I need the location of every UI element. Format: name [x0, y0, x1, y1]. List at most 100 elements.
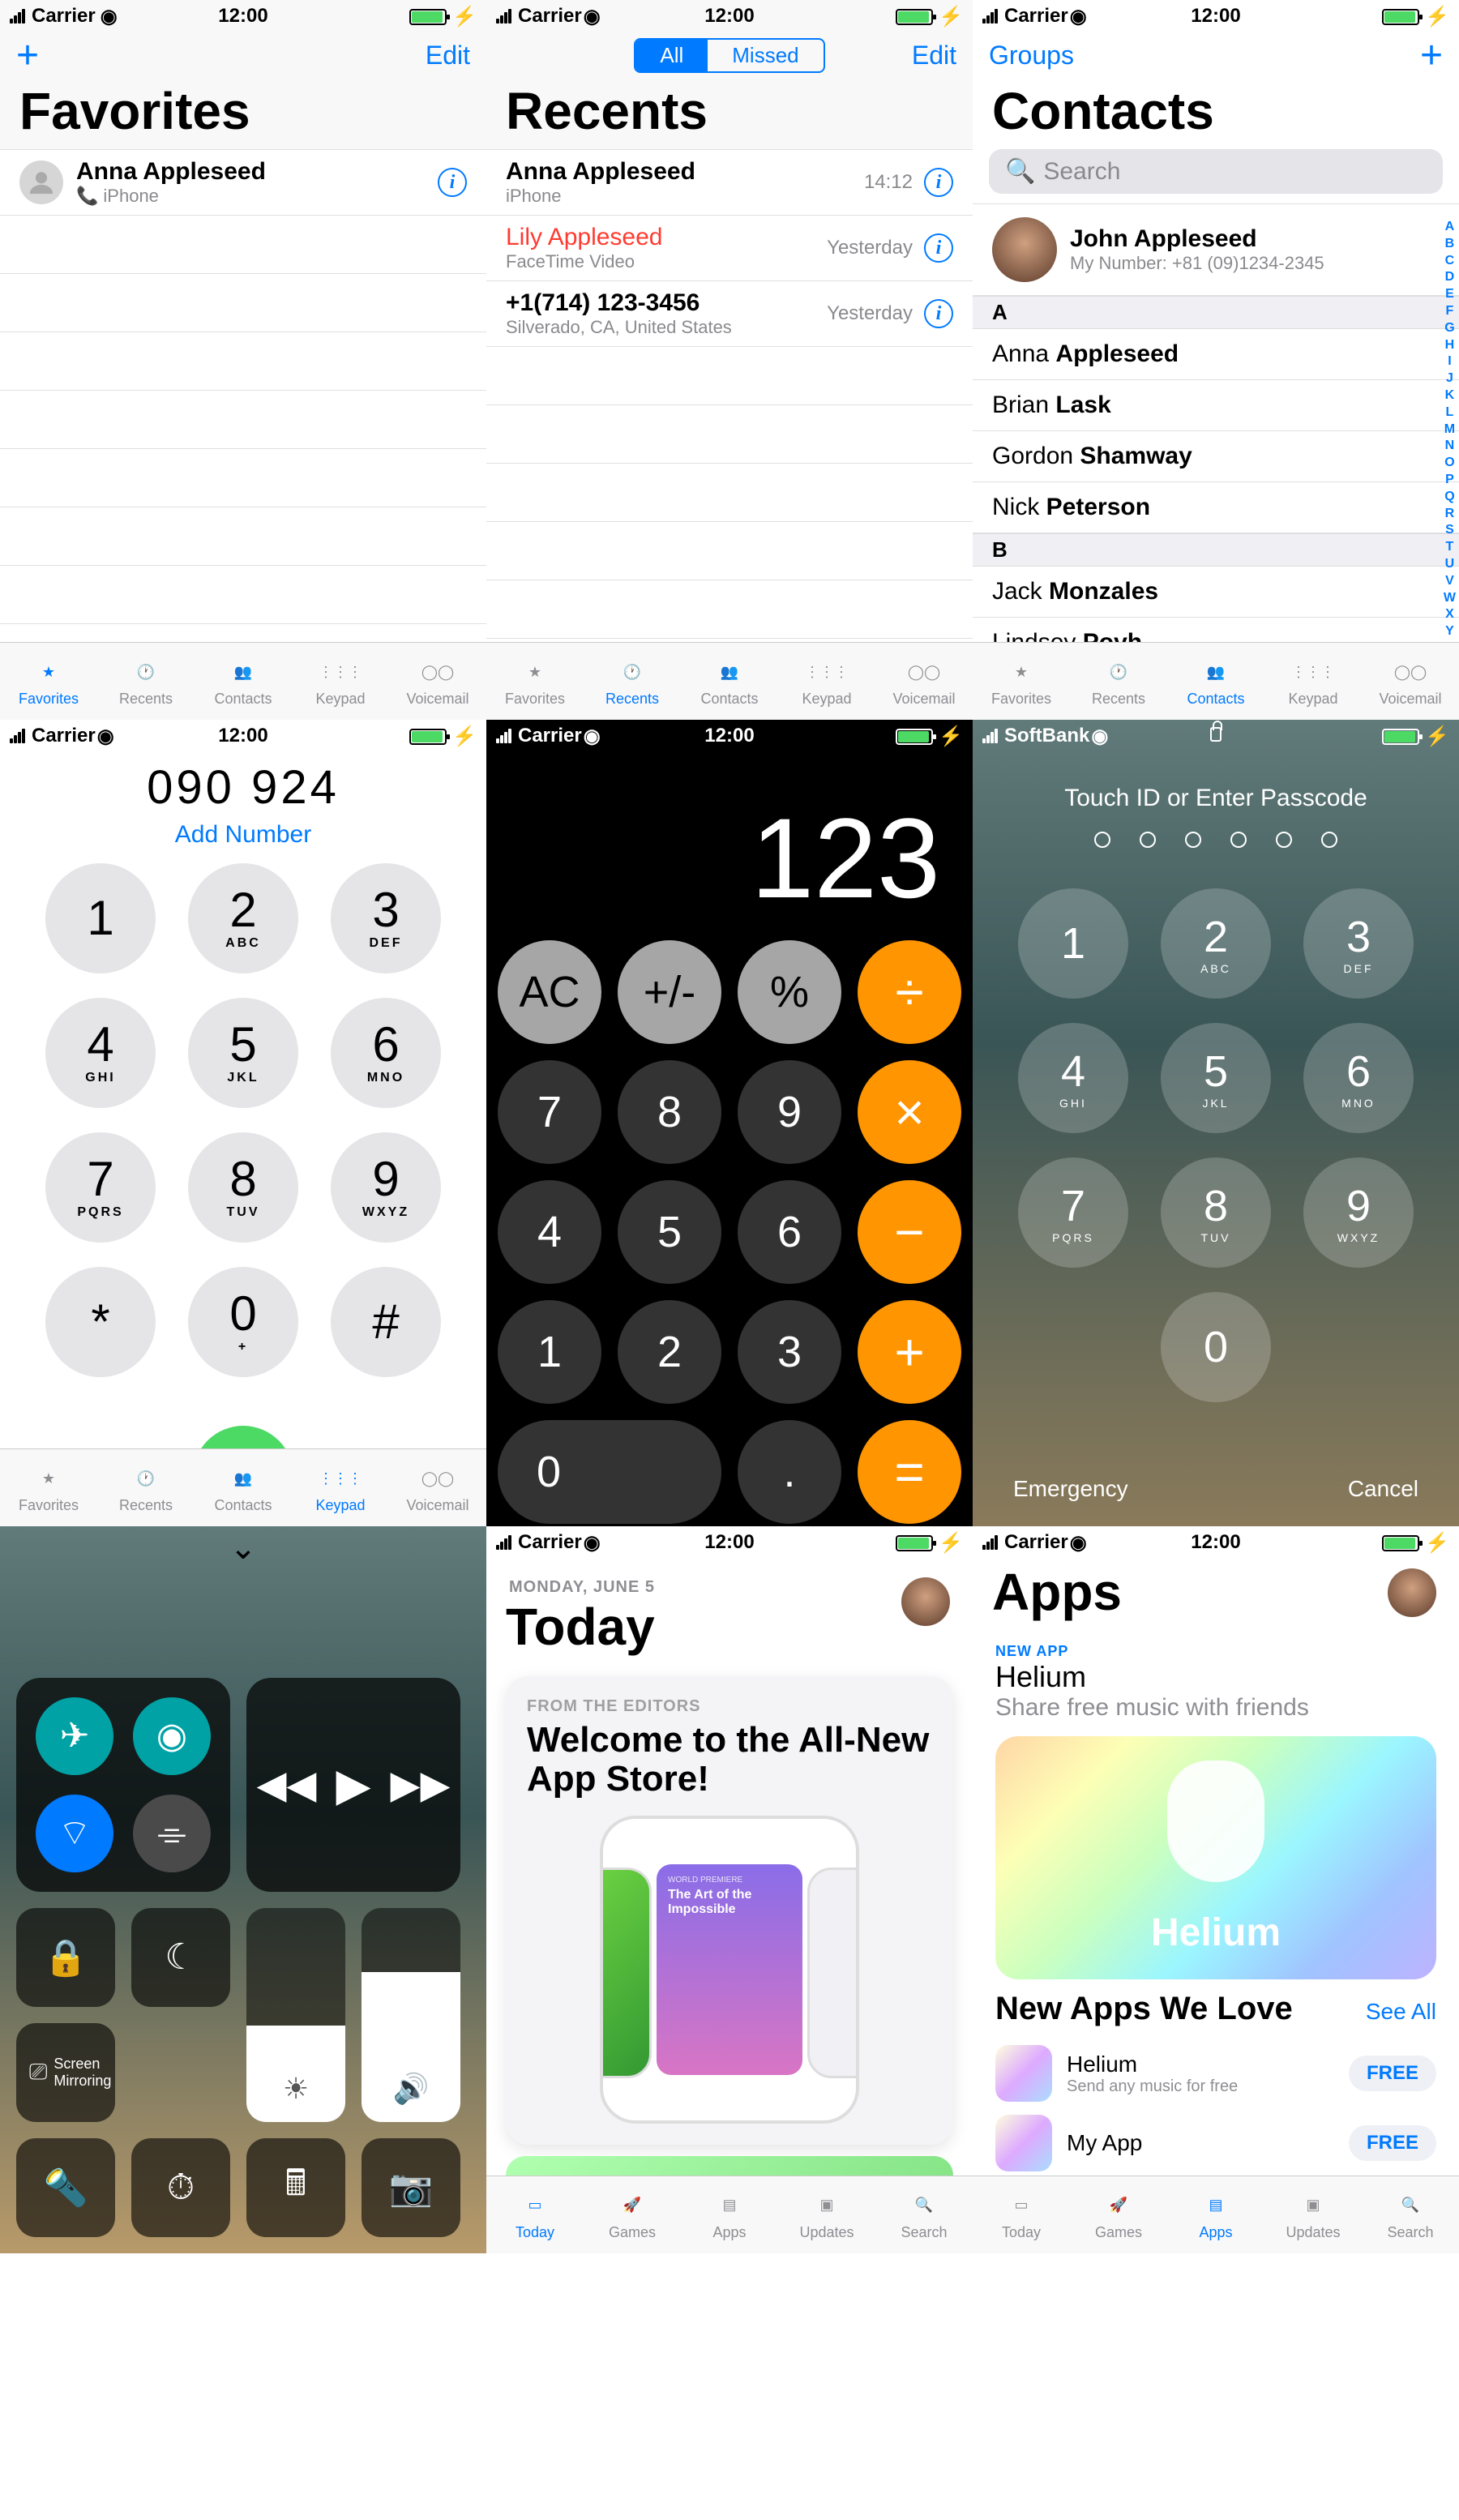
calc-key[interactable]: 3	[738, 1300, 841, 1404]
keypad-6[interactable]: 6MNO	[331, 998, 441, 1108]
see-all-button[interactable]: See All	[1366, 1999, 1436, 2025]
keypad-5[interactable]: 5JKL	[188, 998, 298, 1108]
hero-card[interactable]: Helium	[995, 1736, 1436, 1979]
keypad-7[interactable]: 7PQRS	[45, 1132, 156, 1243]
me-card[interactable]: John AppleseedMy Number: +81 (09)1234-23…	[973, 203, 1459, 296]
favorite-row[interactable]: Anna Appleseed 📞 iPhone i	[0, 149, 486, 216]
flashlight-button[interactable]: 🔦	[16, 2138, 115, 2237]
tab-keypad[interactable]: ⋮⋮⋮Keypad	[778, 643, 875, 720]
bluetooth-toggle[interactable]: ⌯	[133, 1795, 211, 1872]
play-icon[interactable]: ▶	[336, 1758, 370, 1812]
emergency-button[interactable]: Emergency	[1013, 1476, 1128, 1502]
recent-row[interactable]: Anna Appleseed iPhone 14:12i	[486, 149, 973, 216]
brightness-slider[interactable]: ☀	[246, 1908, 345, 2122]
keypad-1[interactable]: 1	[45, 863, 156, 973]
tab-games[interactable]: 🚀Games	[1070, 2176, 1167, 2253]
calc-key[interactable]: 6	[738, 1180, 841, 1284]
tab-today[interactable]: ▭Today	[973, 2176, 1070, 2253]
recent-row[interactable]: +1(714) 123-3456 Silverado, CA, United S…	[486, 281, 973, 347]
keypad-9[interactable]: 9WXYZ	[331, 1132, 441, 1243]
tab-keypad[interactable]: ⋮⋮⋮Keypad	[292, 1449, 389, 1526]
tab-keypad[interactable]: ⋮⋮⋮Keypad	[1264, 643, 1362, 720]
info-icon[interactable]: i	[924, 299, 953, 328]
tab-favorites[interactable]: ★Favorites	[486, 643, 584, 720]
contact-row[interactable]: Anna Appleseed	[973, 329, 1459, 380]
tab-voicemail[interactable]: ◯◯Voicemail	[875, 643, 973, 720]
tab-recents[interactable]: 🕐Recents	[1070, 643, 1167, 720]
dnd-button[interactable]: ☾	[131, 1908, 230, 2007]
add-button[interactable]: +	[16, 34, 39, 77]
passcode-3[interactable]: 3DEF	[1303, 888, 1414, 999]
tab-contacts[interactable]: 👥Contacts	[681, 643, 778, 720]
keypad-*[interactable]: *	[45, 1267, 156, 1377]
calc-key[interactable]: ×	[858, 1060, 961, 1164]
calculator-button[interactable]: 🖩	[246, 2138, 345, 2237]
tab-recents[interactable]: 🕐Recents	[97, 643, 195, 720]
passcode-0[interactable]: 0	[1161, 1292, 1271, 1402]
contact-row[interactable]: Gordon Shamway	[973, 431, 1459, 482]
get-button[interactable]: FREE	[1349, 2125, 1436, 2161]
chevron-down-icon[interactable]: ⌄	[0, 1526, 486, 1567]
media-card[interactable]: ◀◀ ▶ ▶▶	[246, 1678, 460, 1892]
keypad-#[interactable]: #	[331, 1267, 441, 1377]
tab-search[interactable]: 🔍Search	[1362, 2176, 1459, 2253]
info-icon[interactable]: i	[924, 233, 953, 263]
contact-row[interactable]: Brian Lask	[973, 380, 1459, 431]
tab-apps[interactable]: ▤Apps	[1167, 2176, 1264, 2253]
calc-key[interactable]: 9	[738, 1060, 841, 1164]
tab-games[interactable]: 🚀Games	[584, 2176, 681, 2253]
calc-key[interactable]: =	[858, 1420, 961, 1524]
keypad-8[interactable]: 8TUV	[188, 1132, 298, 1243]
passcode-7[interactable]: 7PQRS	[1018, 1157, 1128, 1268]
groups-button[interactable]: Groups	[989, 41, 1102, 71]
tab-apps[interactable]: ▤Apps	[681, 2176, 778, 2253]
calc-key[interactable]: 2	[618, 1300, 721, 1404]
wifi-toggle[interactable]: ⌔	[36, 1795, 113, 1872]
recent-row[interactable]: Lily Appleseed FaceTime Video Yesterdayi	[486, 216, 973, 281]
tab-contacts[interactable]: 👥Contacts	[195, 643, 292, 720]
calc-key[interactable]: +	[858, 1300, 961, 1404]
rotation-lock-button[interactable]: 🔒	[16, 1908, 115, 2007]
feature-card[interactable]: FROM THE EDITORS Welcome to the All-New …	[506, 1676, 953, 2145]
tab-voicemail[interactable]: ◯◯Voicemail	[1362, 643, 1459, 720]
cellular-toggle[interactable]: ◉	[133, 1697, 211, 1775]
tab-updates[interactable]: ▣Updates	[1264, 2176, 1362, 2253]
timer-button[interactable]: ⏱	[131, 2138, 230, 2237]
passcode-9[interactable]: 9WXYZ	[1303, 1157, 1414, 1268]
get-button[interactable]: FREE	[1349, 2056, 1436, 2091]
volume-slider[interactable]: 🔊	[362, 1908, 460, 2122]
search-input[interactable]: 🔍 Search	[989, 149, 1443, 194]
tab-favorites[interactable]: ★Favorites	[0, 643, 97, 720]
calc-key[interactable]: %	[738, 940, 841, 1044]
forward-icon[interactable]: ▶▶	[391, 1762, 451, 1808]
passcode-6[interactable]: 6MNO	[1303, 1023, 1414, 1133]
keypad-4[interactable]: 4GHI	[45, 998, 156, 1108]
passcode-2[interactable]: 2ABC	[1161, 888, 1271, 999]
tab-today[interactable]: ▭Today	[486, 2176, 584, 2253]
contact-row[interactable]: Nick Peterson	[973, 482, 1459, 533]
add-button[interactable]: +	[1420, 34, 1443, 77]
passcode-5[interactable]: 5JKL	[1161, 1023, 1271, 1133]
calc-key[interactable]: AC	[498, 940, 601, 1044]
index-bar[interactable]: ABCDEFGHIJKLMNOPQRSTUVWXYZ#	[1444, 219, 1456, 674]
tab-favorites[interactable]: ★Favorites	[0, 1449, 97, 1526]
tab-recents[interactable]: 🕐Recents	[584, 643, 681, 720]
keypad-0[interactable]: 0+	[188, 1267, 298, 1377]
contact-row[interactable]: Jack Monzales	[973, 567, 1459, 618]
segmented-control[interactable]: AllMissed	[634, 38, 824, 73]
info-icon[interactable]: i	[438, 168, 467, 197]
rewind-icon[interactable]: ◀◀	[257, 1762, 317, 1808]
camera-button[interactable]: 📷	[362, 2138, 460, 2237]
cancel-button[interactable]: Cancel	[1348, 1476, 1418, 1502]
app-row[interactable]: HeliumSend any music for free FREE	[973, 2039, 1459, 2108]
info-icon[interactable]: i	[924, 168, 953, 197]
edit-button[interactable]: Edit	[357, 41, 470, 71]
tab-recents[interactable]: 🕐Recents	[97, 1449, 195, 1526]
passcode-8[interactable]: 8TUV	[1161, 1157, 1271, 1268]
tab-voicemail[interactable]: ◯◯Voicemail	[389, 1449, 486, 1526]
calc-key[interactable]: 1	[498, 1300, 601, 1404]
calc-key[interactable]: 7	[498, 1060, 601, 1164]
calc-key[interactable]: 5	[618, 1180, 721, 1284]
calc-key[interactable]: 8	[618, 1060, 721, 1164]
edit-button[interactable]: Edit	[843, 41, 956, 71]
